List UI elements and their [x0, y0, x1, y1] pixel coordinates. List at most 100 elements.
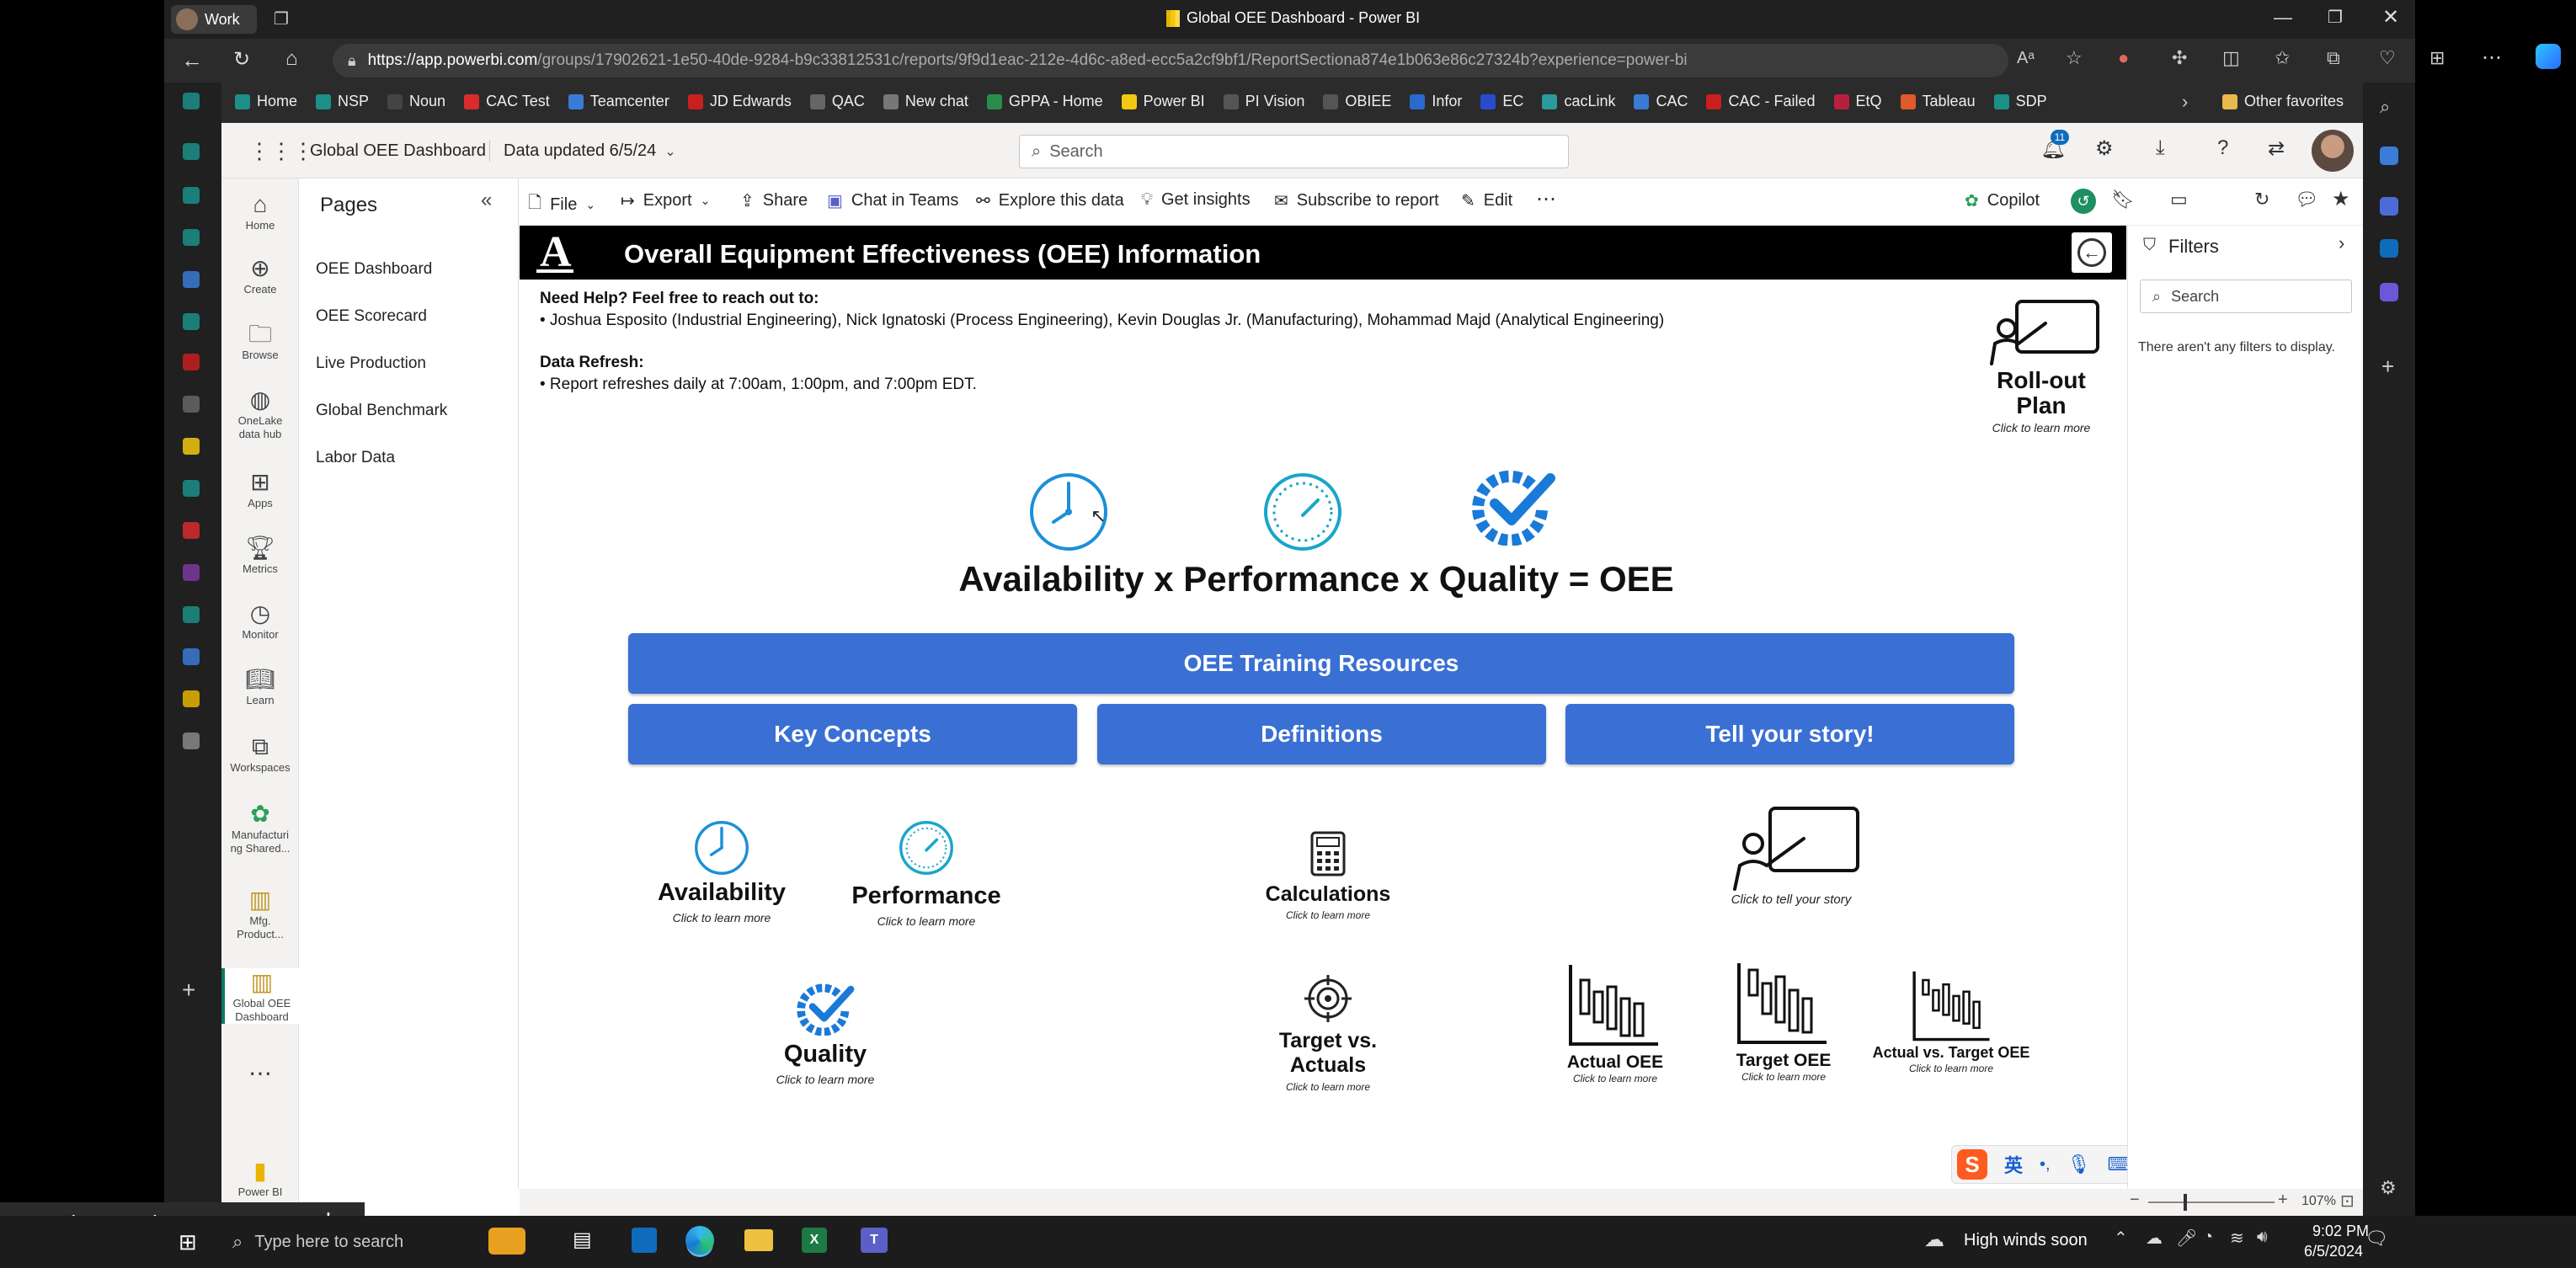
performance-icon[interactable]: ♡	[2379, 47, 2396, 69]
home-icon[interactable]: ⌂	[285, 47, 298, 71]
favorite-item[interactable]: Noun	[387, 93, 445, 110]
punctuation-icon[interactable]: •,	[2040, 1155, 2051, 1175]
extensions-puzzle-icon[interactable]: ✣	[2172, 47, 2187, 69]
network-icon[interactable]: ◔	[2203, 1228, 2213, 1247]
fit-page-icon[interactable]: ⊡	[2340, 1191, 2355, 1212]
vertical-tab-icon[interactable]	[183, 438, 200, 455]
start-icon[interactable]: ⊞	[179, 1229, 197, 1255]
nav-item-home[interactable]: ⌂ Home	[221, 190, 299, 232]
filters-search-input[interactable]: ⌕ Search	[2140, 280, 2352, 313]
favorite-item[interactable]: Infor	[1410, 93, 1462, 110]
back-button[interactable]: ←	[2072, 232, 2112, 273]
edit-button[interactable]: ✎ Edit	[1461, 190, 1512, 211]
explore-data-button[interactable]: ⚯ Explore this data	[976, 190, 1124, 211]
new-tab-icon[interactable]: +	[182, 977, 195, 1004]
page-tab-item[interactable]: OEE Dashboard	[316, 254, 447, 301]
sidebar-add-icon[interactable]: +	[2381, 354, 2394, 380]
restore-icon[interactable]: ❐	[2328, 7, 2343, 28]
favorites-icon[interactable]: ✩	[2275, 47, 2290, 69]
favorite-item[interactable]: Home	[235, 93, 297, 110]
favorite-star-icon[interactable]: ☆	[2066, 47, 2083, 69]
screenshot-icon[interactable]: ⊞	[2429, 47, 2445, 69]
vertical-tab-icon[interactable]	[183, 229, 200, 246]
subscribe-button[interactable]: ✉ Subscribe to report	[1274, 190, 1439, 211]
nav-item-create[interactable]: ⊕ Create	[221, 254, 299, 296]
target-vs-actuals-tile[interactable]: Target vs. Actuals Click to learn more	[1244, 975, 1412, 1093]
ime-language[interactable]: 英	[2004, 1151, 2023, 1178]
definitions-button[interactable]: Definitions	[1097, 704, 1546, 765]
vertical-tab-icon[interactable]	[183, 313, 200, 330]
bookmark-icon[interactable]: 🔖︎	[2111, 189, 2135, 210]
availability-tile[interactable]: Availability Click to learn more	[646, 820, 797, 930]
close-icon[interactable]: ✕	[2382, 5, 2399, 29]
collections-icon[interactable]: ⧉	[2327, 47, 2340, 69]
back-icon[interactable]: ←	[181, 47, 203, 73]
refresh-visuals-icon[interactable]: ↻	[2254, 189, 2269, 210]
favorite-item[interactable]: SDP	[1993, 93, 2047, 110]
favorite-item[interactable]: CAC	[1634, 93, 1688, 110]
vertical-tab-icon[interactable]	[183, 564, 200, 581]
copilot-icon[interactable]	[2536, 44, 2561, 69]
key-concepts-button[interactable]: Key Concepts	[628, 704, 1077, 765]
report-name[interactable]: Global OEE Dashboard	[310, 141, 486, 161]
vertical-tab-icon[interactable]	[183, 93, 200, 109]
vertical-tab-icon[interactable]	[183, 187, 200, 204]
clock-time[interactable]: 9:02 PM	[2312, 1223, 2369, 1240]
tell-story-tile[interactable]: Click to tell your story	[1707, 805, 1875, 914]
favorite-item[interactable]: OBIEE	[1323, 93, 1391, 110]
vertical-tab-icon[interactable]	[183, 480, 200, 497]
more-options-icon[interactable]: ⋯	[1536, 187, 1556, 211]
vertical-tab-icon[interactable]	[183, 733, 200, 749]
favorite-item[interactable]: NSP	[316, 93, 369, 110]
file-menu[interactable]: 🗋︎ File ⌄	[528, 190, 595, 219]
teams-icon[interactable]: T	[861, 1228, 888, 1253]
more-menu-icon[interactable]: ⋯	[2482, 45, 2502, 70]
collapse-filters-icon[interactable]: ›	[2339, 232, 2344, 254]
profile-button[interactable]: Work	[171, 5, 257, 34]
microphone-icon[interactable]: 🎙︎	[2067, 1153, 2091, 1175]
zoom-out-icon[interactable]: −	[2130, 1191, 2140, 1210]
nav-item-monitor[interactable]: ◷ Monitor	[221, 599, 299, 642]
favorite-item[interactable]: Teamcenter	[568, 93, 669, 110]
onedrive-icon[interactable]: ☁	[2146, 1228, 2163, 1249]
chat-in-teams-button[interactable]: ▣ Chat in Teams	[827, 190, 958, 211]
page-tab-item[interactable]: Global Benchmark	[316, 396, 447, 443]
address-field[interactable]: 🔒︎ https://app.powerbi.com/groups/179026…	[333, 44, 2008, 77]
sidebar-app-icon[interactable]	[2380, 197, 2398, 216]
vertical-tab-icon[interactable]	[183, 606, 200, 623]
nav-item-power-bi[interactable]: ▮ Power BI	[221, 1157, 299, 1199]
nav-item-[interactable]: ⋯	[221, 1059, 299, 1088]
favorite-star-icon[interactable]: ★	[2332, 187, 2350, 211]
actual-oee-tile[interactable]: Actual OEE Click to learn more	[1552, 963, 1678, 1090]
copilot-button[interactable]: ✿ Copilot	[1965, 190, 2040, 211]
favorite-item[interactable]: EC	[1480, 93, 1523, 110]
widget-icon[interactable]	[488, 1228, 525, 1255]
favorites-overflow-icon[interactable]: ›	[2182, 91, 2188, 113]
help-icon[interactable]: ?	[2217, 136, 2228, 160]
download-icon[interactable]: ⤓	[2156, 136, 2165, 160]
nav-item-global-oee-dashboard[interactable]: ▥ Global OEE Dashboard	[221, 968, 299, 1024]
rollout-plan-tile[interactable]: Roll-out Plan Click to learn more	[1970, 298, 2113, 450]
zoom-slider[interactable]	[2148, 1201, 2275, 1203]
nav-item-metrics[interactable]: 🏆︎ Metrics	[221, 534, 299, 576]
favorite-item[interactable]: PI Vision	[1223, 93, 1304, 110]
taskbar-search[interactable]: ⌕ Type here to search	[224, 1223, 460, 1261]
clock-date[interactable]: 6/5/2024	[2304, 1243, 2363, 1260]
sidebar-app-icon[interactable]	[2380, 283, 2398, 301]
favorite-item[interactable]: EtQ	[1833, 93, 1882, 110]
account-avatar[interactable]	[2312, 130, 2354, 172]
vertical-tab-icon[interactable]	[183, 271, 200, 288]
actual-vs-target-tile[interactable]: Actual vs. Target OEE Click to learn mor…	[1867, 970, 2035, 1088]
favorite-item[interactable]: Tableau	[1900, 93, 1976, 110]
minimize-icon[interactable]: —	[2274, 7, 2292, 29]
nav-item-onelake-data-hub[interactable]: ◍ OneLake data hub	[221, 386, 299, 441]
sidebar-app-icon[interactable]	[2380, 147, 2398, 165]
file-explorer-icon[interactable]	[744, 1229, 773, 1251]
nav-item-apps[interactable]: ⊞ Apps	[221, 468, 299, 510]
split-screen-icon[interactable]: ◫	[2222, 47, 2240, 69]
favorite-item[interactable]: GPPA - Home	[986, 93, 1103, 110]
nav-item-learn[interactable]: 📖︎ Learn	[221, 665, 299, 707]
nav-item-manufacturi-ng-shared[interactable]: ✿ Manufacturi ng Shared...	[221, 800, 299, 855]
extension-icon[interactable]: ●	[2118, 47, 2129, 69]
comment-icon[interactable]: 💬︎	[2295, 189, 2318, 210]
